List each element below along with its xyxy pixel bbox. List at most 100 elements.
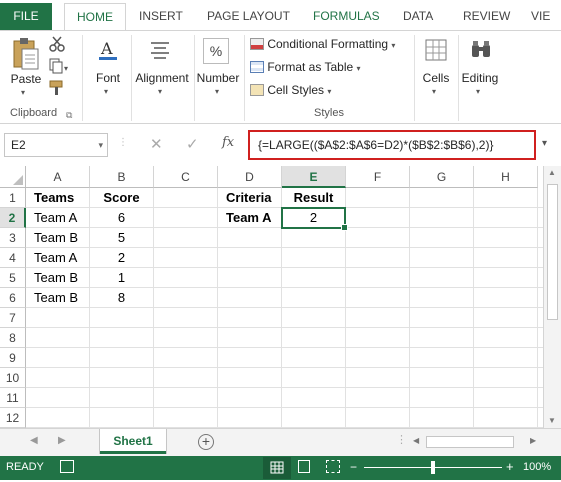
cells-dropdown-icon[interactable]: ▾ — [432, 87, 436, 96]
vertical-scrollbar[interactable]: ▲ ▼ — [543, 166, 561, 428]
tab-review[interactable]: REVIEW — [463, 3, 510, 30]
paste-dropdown-icon[interactable]: ▾ — [21, 88, 25, 97]
column-header-g[interactable]: G — [410, 166, 474, 188]
row-header[interactable]: 10 — [0, 368, 26, 388]
paste-label: Paste — [10, 72, 42, 86]
number-dropdown-icon[interactable]: ▾ — [215, 87, 219, 96]
enter-icon[interactable]: ✓ — [186, 135, 199, 153]
font-button[interactable]: Font — [86, 71, 130, 85]
sheet-prev-icon[interactable]: ◀ — [30, 435, 38, 446]
name-box[interactable]: E2 ▾ — [4, 133, 108, 157]
chevron-down-icon: ▾ — [391, 41, 396, 50]
zoom-out-icon[interactable]: − — [350, 460, 357, 474]
editing-button[interactable]: Editing — [458, 71, 502, 85]
add-sheet-icon[interactable]: + — [198, 434, 214, 450]
tab-insert[interactable]: INSERT — [139, 3, 183, 30]
cell-a6[interactable]: Team B — [26, 288, 90, 308]
cell-d2[interactable]: Team A — [218, 208, 282, 228]
paste-icon — [13, 38, 39, 70]
scroll-up-icon[interactable]: ▲ — [548, 168, 556, 177]
row-header[interactable]: 6 — [0, 288, 26, 308]
cell-b4[interactable]: 2 — [90, 248, 154, 268]
page-break-view-icon[interactable] — [326, 460, 340, 473]
cells-button[interactable]: Cells — [414, 71, 458, 85]
format-as-table-button[interactable]: Format as Table ▾ — [250, 58, 361, 76]
alignment-dropdown-icon[interactable]: ▾ — [158, 87, 162, 96]
column-header-d[interactable]: D — [218, 166, 282, 188]
cell-styles-label: Cell Styles — [267, 83, 325, 97]
ribbon-tabs: FILE HOME INSERT PAGE LAYOUT FORMULAS DA… — [0, 0, 561, 31]
row-header[interactable]: 9 — [0, 348, 26, 368]
row-header[interactable]: 1 — [0, 188, 26, 208]
column-header-b[interactable]: B — [90, 166, 154, 188]
active-cell-e2[interactable] — [281, 207, 348, 231]
column-header-f[interactable]: F — [346, 166, 410, 188]
formula-input[interactable]: {=LARGE(($A$2:$A$6=D2)*($B$2:$B$6),2)} — [248, 130, 536, 160]
number-button[interactable]: Number — [194, 71, 242, 85]
row-header[interactable]: 12 — [0, 408, 26, 428]
tab-home[interactable]: HOME — [64, 3, 126, 31]
clipboard-group-label: Clipboard — [10, 107, 58, 119]
zoom-slider-thumb[interactable] — [431, 461, 435, 474]
scroll-right-icon[interactable]: ▶ — [530, 436, 536, 445]
editing-dropdown-icon[interactable]: ▾ — [476, 87, 480, 96]
tab-page-layout[interactable]: PAGE LAYOUT — [207, 3, 290, 30]
column-header-c[interactable]: C — [154, 166, 218, 188]
cell-a2[interactable]: Team A — [26, 208, 90, 228]
chevron-down-icon[interactable]: ▾ — [98, 134, 103, 156]
column-header-h[interactable]: H — [474, 166, 538, 188]
column-header-a[interactable]: A — [26, 166, 90, 188]
row-header[interactable]: 4 — [0, 248, 26, 268]
worksheet-grid[interactable]: A B C D E F G H 1 2 3 4 5 6 7 8 9 10 11 … — [0, 166, 543, 428]
row-header[interactable]: 8 — [0, 328, 26, 348]
cell-a3[interactable]: Team B — [26, 228, 90, 248]
paste-button[interactable] — [10, 37, 40, 76]
zoom-level[interactable]: 100% — [523, 461, 551, 473]
insert-function-icon[interactable]: fx — [222, 135, 234, 150]
copy-icon[interactable]: ▾ — [48, 57, 72, 75]
row-header[interactable]: 7 — [0, 308, 26, 328]
page-layout-view-icon[interactable] — [298, 460, 310, 473]
row-header[interactable]: 11 — [0, 388, 26, 408]
tab-view[interactable]: VIE — [531, 3, 550, 30]
horizontal-scroll-thumb[interactable] — [426, 436, 514, 448]
cell-b1[interactable]: Score — [90, 188, 154, 208]
cut-icon[interactable] — [48, 35, 66, 53]
sheet-tab-sheet1[interactable]: Sheet1 — [100, 429, 166, 454]
row-header[interactable]: 5 — [0, 268, 26, 288]
tab-formulas[interactable]: FORMULAS — [313, 3, 380, 30]
cell-e1[interactable]: Result — [282, 188, 346, 208]
conditional-formatting-button[interactable]: Conditional Formatting ▾ — [250, 35, 395, 53]
tab-data[interactable]: DATA — [403, 3, 433, 30]
cell-a4[interactable]: Team A — [26, 248, 90, 268]
cell-b2[interactable]: 6 — [90, 208, 154, 228]
cell-a1[interactable]: Teams — [26, 188, 90, 208]
sheet-next-icon[interactable]: ▶ — [58, 435, 66, 446]
row-header[interactable]: 2 — [0, 208, 26, 228]
vertical-scroll-thumb[interactable] — [547, 184, 558, 320]
cell-styles-button[interactable]: Cell Styles ▾ — [250, 81, 331, 99]
cell-b3[interactable]: 5 — [90, 228, 154, 248]
cell-b5[interactable]: 1 — [90, 268, 154, 288]
clipboard-launcher-icon[interactable]: ⧉ — [66, 110, 72, 121]
more-options-icon: ⋮ — [396, 434, 407, 446]
cell-d1[interactable]: Criteria — [218, 188, 282, 208]
scroll-down-icon[interactable]: ▼ — [548, 416, 556, 425]
expand-formula-bar-icon[interactable]: ▾ — [542, 138, 547, 149]
zoom-in-icon[interactable]: + — [506, 459, 514, 474]
select-all-corner[interactable] — [0, 166, 26, 188]
cell-b6[interactable]: 8 — [90, 288, 154, 308]
format-as-table-label: Format as Table — [267, 60, 354, 74]
font-dropdown-icon[interactable]: ▾ — [104, 87, 108, 96]
cancel-icon[interactable]: ✕ — [150, 135, 163, 153]
cell-a5[interactable]: Team B — [26, 268, 90, 288]
row-header[interactable]: 3 — [0, 228, 26, 248]
horizontal-scrollbar[interactable]: ◀ ▶ — [410, 434, 542, 450]
macro-record-icon[interactable] — [60, 460, 74, 473]
column-header-e[interactable]: E — [282, 166, 346, 188]
format-painter-icon[interactable] — [48, 79, 66, 97]
normal-view-button[interactable] — [263, 457, 291, 479]
scroll-left-icon[interactable]: ◀ — [413, 436, 419, 445]
alignment-button[interactable]: Alignment — [131, 71, 193, 85]
tab-file[interactable]: FILE — [0, 3, 52, 30]
